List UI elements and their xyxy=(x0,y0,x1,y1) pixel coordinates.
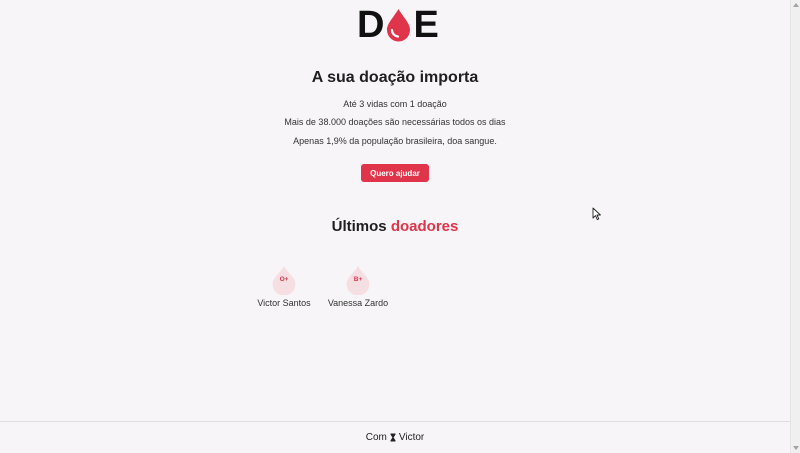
footer: Com Victor xyxy=(0,421,790,453)
logo: D E xyxy=(357,4,439,46)
footer-text-after: Victor xyxy=(398,432,425,443)
donor-drop: B+ xyxy=(345,265,371,295)
scroll-down-arrow-icon[interactable] xyxy=(793,446,799,450)
page: D E A sua doação importa Até 3 vidas com… xyxy=(0,0,800,453)
logo-letter-e: E xyxy=(413,4,439,46)
hourglass-icon xyxy=(390,433,396,442)
scrollbar[interactable] xyxy=(790,0,800,453)
donors-title: Últimos doadores xyxy=(0,218,790,235)
donor-card: B+ Vanessa Zardo xyxy=(318,265,398,308)
donor-drop: O+ xyxy=(271,265,297,295)
donor-card: O+ Victor Santos xyxy=(244,265,324,308)
blood-drop-icon xyxy=(387,9,411,42)
blood-type-badge: B+ xyxy=(353,276,363,283)
scroll-up-arrow-icon[interactable] xyxy=(793,3,799,7)
fact-daily-donations: Mais de 38.000 doações são necessárias t… xyxy=(284,117,506,127)
hero-title: A sua doação importa xyxy=(311,69,479,86)
donors-title-prefix: Últimos xyxy=(331,218,387,235)
fact-lives: Até 3 vidas com 1 doação xyxy=(343,99,447,109)
logo-letter-d: D xyxy=(357,4,385,46)
donors-title-accent: doadores xyxy=(390,218,459,235)
donor-name: Vanessa Zardo xyxy=(327,298,389,308)
donor-name: Victor Santos xyxy=(257,298,311,308)
help-button[interactable]: Quero ajudar xyxy=(361,164,429,182)
fact-population: Apenas 1,9% da população brasileira, doa… xyxy=(293,136,497,146)
blood-type-badge: O+ xyxy=(279,276,289,283)
footer-text-before: Com xyxy=(365,432,387,443)
mouse-pointer-icon xyxy=(592,207,601,221)
